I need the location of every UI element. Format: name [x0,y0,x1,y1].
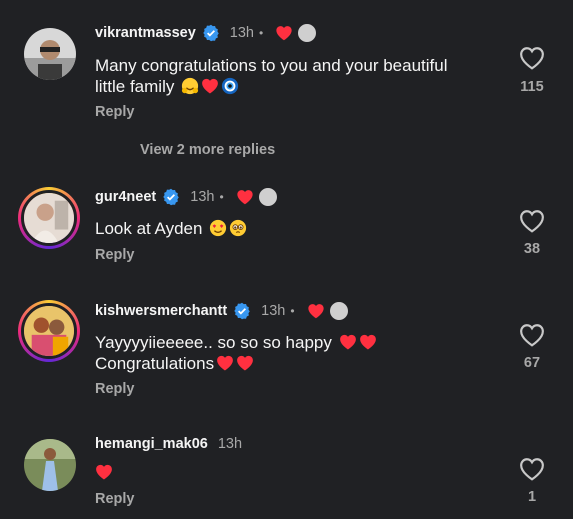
timestamp: 13h [217,436,243,452]
comment-meta: gur4neet 13h • [95,186,278,208]
like-heart-icon[interactable] [519,457,545,481]
comment-text: Look at Ayden [95,218,475,239]
creator-liked-heart-icon [275,25,293,41]
avatar[interactable] [24,28,76,80]
profile-photo [24,193,74,243]
avatar[interactable] [24,439,76,491]
reply-button[interactable]: Reply [95,247,135,263]
reply-button[interactable]: Reply [95,104,135,120]
red-heart-emoji [339,333,357,351]
separator-dot: • [290,304,295,318]
username[interactable]: hemangi_mak06 [95,436,208,452]
username[interactable]: gur4neet [95,189,156,205]
timestamp: 13h [190,189,215,205]
reply-button[interactable]: Reply [95,491,135,507]
heart-eyes-emoji [210,219,227,237]
nazar-amulet-emoji [221,77,239,95]
creator-liked-heart-icon [236,189,254,205]
separator-dot: • [219,190,224,204]
like-count: 38 [523,241,541,257]
verified-badge-icon [202,24,220,42]
avatar[interactable] [18,300,80,362]
red-heart-emoji [359,333,377,351]
creator-mini-avatar [297,23,318,43]
comment-meta: kishwersmerchantt 13h • [95,300,349,322]
profile-photo [24,439,76,491]
like-heart-icon[interactable] [519,209,545,233]
red-heart-emoji [201,77,219,95]
creator-liked-heart-icon [307,303,325,319]
verified-badge-icon [233,302,251,320]
verified-badge-icon [162,188,180,206]
comment-meta: hemangi_mak06 13h [95,433,242,455]
like-count: 67 [523,355,541,371]
timestamp: 13h [261,303,286,319]
separator-dot: • [258,26,264,40]
username[interactable]: kishwersmerchantt [95,303,227,319]
comment-text: Yayyyyiieeeee.. so so so happy Congratul… [95,332,475,374]
comment-text [95,462,475,483]
red-heart-emoji [236,354,254,372]
profile-photo [24,306,74,356]
creator-mini-avatar [257,187,278,207]
avatar[interactable] [18,187,80,249]
like-heart-icon[interactable] [519,46,545,70]
timestamp: 13h [229,25,254,41]
like-count: 115 [520,79,544,95]
reply-button[interactable]: Reply [95,381,135,397]
comment-text: Many congratulations to you and your bea… [95,56,448,96]
view-more-replies-button[interactable]: View 2 more replies [140,142,275,158]
username[interactable]: vikrantmassey [95,25,196,41]
red-heart-emoji [95,463,113,481]
like-heart-icon[interactable] [519,323,545,347]
comment-meta: vikrantmassey 13h • [95,22,318,44]
like-count: 1 [527,489,537,505]
hugging-face-emoji [181,77,199,95]
creator-mini-avatar [328,301,349,321]
pleading-face-emoji [230,219,247,237]
red-heart-emoji [216,354,234,372]
profile-photo [24,28,76,80]
